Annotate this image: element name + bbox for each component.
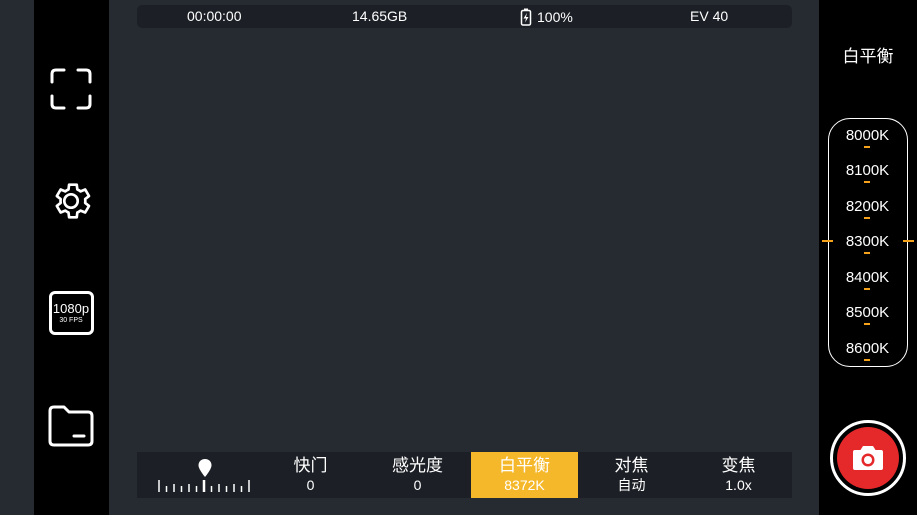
- tab-label: 变焦: [721, 456, 756, 476]
- wb-option-8300[interactable]: 8300K: [829, 233, 906, 250]
- battery-percent: 100%: [537, 9, 573, 25]
- tab-white-balance[interactable]: 白平衡 8372K: [471, 452, 578, 498]
- wb-option-8500[interactable]: 8500K: [829, 304, 906, 321]
- fps-label: 30 FPS: [59, 316, 83, 324]
- white-balance-wheel[interactable]: 8000K 8100K 8200K 8300K 8400K 8500K 8600…: [828, 118, 908, 367]
- storage-remaining: 14.65GB: [352, 8, 408, 24]
- parameter-tab-bar: 快门 0 感光度 0 白平衡 8372K 对焦 自动 变焦 1.0x: [137, 452, 792, 498]
- camera-screen: 1080p 30 FPS 00:00:00 14.65GB 100% EV 40: [0, 0, 917, 515]
- wb-tick: [864, 181, 870, 183]
- tab-value: 0: [413, 477, 422, 493]
- exposure-ruler[interactable]: [137, 452, 271, 498]
- tab-iso[interactable]: 感光度 0: [364, 452, 471, 498]
- wb-tick: [864, 146, 870, 148]
- wb-option-label: 8600K: [845, 340, 890, 357]
- tab-shutter[interactable]: 快门 0: [257, 452, 364, 498]
- battery-charging-icon: [520, 8, 532, 26]
- settings-button[interactable]: [48, 178, 94, 224]
- selection-marker-left: [822, 240, 833, 242]
- wb-option-8100[interactable]: 8100K: [829, 162, 906, 179]
- tab-label: 感光度: [392, 456, 443, 476]
- left-edge: [0, 0, 34, 515]
- tab-label: 白平衡: [499, 456, 550, 476]
- recording-timer: 00:00:00: [187, 8, 242, 24]
- wb-option-label: 8000K: [845, 127, 890, 144]
- gear-icon: [55, 183, 91, 219]
- wb-option-label: 8400K: [845, 269, 890, 286]
- shutter-button-inner: [837, 427, 899, 489]
- wb-option-8200[interactable]: 8200K: [829, 198, 906, 215]
- wb-option-8600[interactable]: 8600K: [829, 340, 906, 357]
- resolution-label: 1080p: [52, 300, 90, 316]
- wb-tick: [864, 359, 870, 361]
- wb-option-8000[interactable]: 8000K: [829, 127, 906, 144]
- wb-option-label: 8500K: [845, 304, 890, 321]
- shutter-button[interactable]: [830, 420, 906, 496]
- camera-viewfinder[interactable]: [109, 0, 819, 515]
- tab-focus[interactable]: 对焦 自动: [578, 452, 685, 498]
- wb-tick: [864, 252, 870, 254]
- status-bar: 00:00:00 14.65GB 100% EV 40: [137, 5, 792, 28]
- fullscreen-button[interactable]: [48, 66, 94, 112]
- tab-value: 0: [306, 477, 315, 493]
- wb-option-label: 8100K: [845, 162, 890, 179]
- wb-option-8400[interactable]: 8400K: [829, 269, 906, 286]
- wb-tick: [864, 323, 870, 325]
- wb-tick: [864, 217, 870, 219]
- resolution-icon: 1080p 30 FPS: [48, 291, 94, 335]
- wb-option-label: 8200K: [845, 198, 890, 215]
- tab-value: 自动: [617, 477, 646, 493]
- fullscreen-icon: [50, 68, 92, 110]
- ev-value: EV 40: [690, 8, 729, 24]
- ruler-ticks: [158, 480, 250, 492]
- tab-zoom[interactable]: 变焦 1.0x: [685, 452, 792, 498]
- left-toolbar: 1080p 30 FPS: [34, 0, 109, 515]
- white-balance-title: 白平衡: [842, 47, 894, 67]
- tab-value: 8372K: [504, 477, 545, 493]
- wb-tick: [864, 288, 870, 290]
- resolution-button[interactable]: 1080p 30 FPS: [48, 290, 94, 336]
- tab-label: 对焦: [614, 456, 649, 476]
- battery-indicator: 100%: [520, 8, 573, 26]
- tab-label: 快门: [293, 456, 328, 476]
- folder-icon: [48, 405, 94, 447]
- camera-icon: [853, 446, 883, 470]
- gallery-button[interactable]: [48, 403, 94, 449]
- tab-value: 1.0x: [725, 477, 752, 493]
- selection-marker-right: [903, 240, 914, 242]
- wb-option-label: 8300K: [845, 233, 890, 250]
